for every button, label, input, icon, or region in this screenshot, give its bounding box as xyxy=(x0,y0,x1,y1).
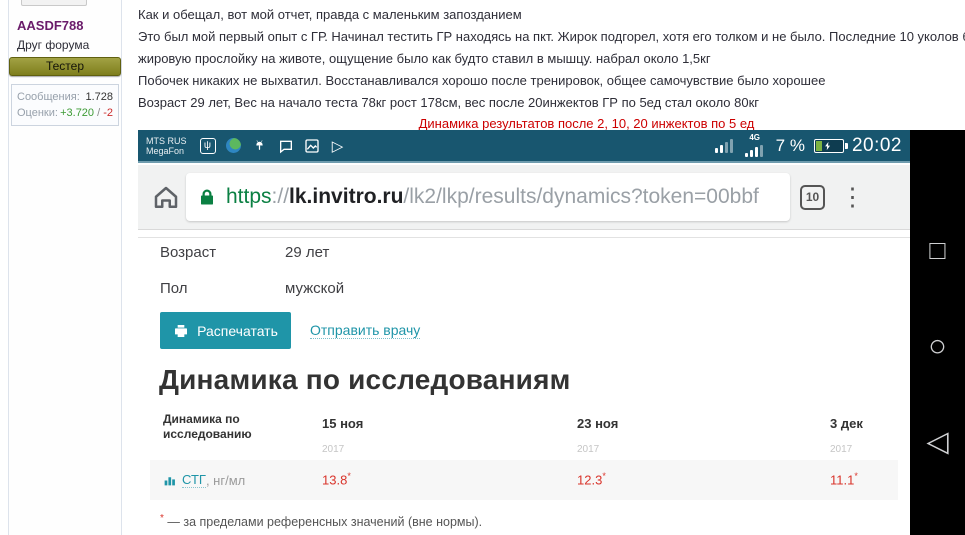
photo-icon xyxy=(303,137,321,155)
result-value-2: 12.3* xyxy=(577,471,606,487)
tester-badge: Тестер xyxy=(9,57,121,76)
table-header-study: Динамика по исследованию xyxy=(163,412,252,442)
ratings-negative: -2 xyxy=(103,107,113,119)
forum-post-body: Как и обещал, вот мой отчет, правда с ма… xyxy=(138,4,965,134)
table-header-date-3: 3 дек xyxy=(830,416,863,431)
messages-label: Сообщения: xyxy=(17,89,80,105)
result-value-1: 13.8* xyxy=(322,471,351,487)
usb-icon: ψ xyxy=(199,137,217,155)
post-line: Как и обещал, вот мой отчет, правда с ма… xyxy=(138,4,965,26)
url-bar[interactable]: https://lk.invitro.ru/lk2/lkp/results/dy… xyxy=(186,173,790,221)
forum-user-sidebar: AASDF788 Друг форума Тестер Сообщения: 1… xyxy=(8,0,122,535)
android-status-bar: MTS RUS MegaFon ψ ▷ 4G 7 % 20:02 xyxy=(138,130,910,163)
field-row-sex: Пол мужской xyxy=(160,280,660,297)
chat-bubble-icon xyxy=(277,137,295,155)
globe-icon xyxy=(225,137,243,155)
carrier-line1: MTS RUS xyxy=(146,136,187,146)
divider xyxy=(138,237,910,238)
send-to-doctor-link[interactable]: Отправить врачу xyxy=(310,322,420,339)
out-of-range-flag: * xyxy=(347,471,351,481)
browser-toolbar: https://lk.invitro.ru/lk2/lkp/results/dy… xyxy=(138,165,910,230)
lock-icon xyxy=(198,188,216,206)
user-title: Друг форума xyxy=(17,38,89,52)
out-of-range-flag: * xyxy=(854,471,858,481)
post-line: Возраст 29 лет, Вес на начало теста 78кг… xyxy=(138,92,965,114)
table-row: СТГ , нг/мл 13.8* 12.3* 11.1* xyxy=(150,460,898,500)
result-value-3: 11.1* xyxy=(830,471,858,487)
table-header-year-3: 2017 xyxy=(830,444,852,455)
android-notification-icon xyxy=(251,137,269,155)
url-separator: :// xyxy=(272,185,290,208)
invitro-page: Возраст 29 лет Пол мужской Распечатать О… xyxy=(138,230,910,535)
printer-icon xyxy=(173,323,189,339)
stats-row-ratings: Оценки: +3.720 / -2 xyxy=(17,105,113,121)
age-label: Возраст xyxy=(160,244,216,261)
bar-chart-icon xyxy=(163,474,176,487)
sex-label: Пол xyxy=(160,280,188,297)
browser-menu-button[interactable]: ⋮ xyxy=(840,174,860,220)
post-line: Это был мой первый опыт с ГР. Начинал те… xyxy=(138,26,965,48)
out-of-range-flag: * xyxy=(602,471,606,481)
field-row-age: Возраст 29 лет xyxy=(160,244,660,261)
avatar xyxy=(21,0,87,6)
stats-row-messages: Сообщения: 1.728 xyxy=(17,89,113,105)
url-path: /lk2/lkp/results/dynamics?token=00bbf xyxy=(403,185,758,208)
battery-icon xyxy=(814,139,844,153)
print-button[interactable]: Распечатать xyxy=(160,312,291,349)
back-button[interactable]: ◁ xyxy=(926,424,948,459)
screenshot-root: AASDF788 Друг форума Тестер Сообщения: 1… xyxy=(0,0,965,535)
android-nav-bar: □ ○ ◁ xyxy=(910,130,965,535)
carrier-label: MTS RUS MegaFon xyxy=(146,136,187,156)
test-unit: , нг/мл xyxy=(206,473,245,488)
ratings-separator: / xyxy=(94,107,103,119)
user-stats-box: Сообщения: 1.728 Оценки: +3.720 / -2 xyxy=(11,84,119,126)
table-header-year-2: 2017 xyxy=(577,444,599,455)
battery-percent: 7 % xyxy=(776,136,805,156)
age-value: 29 лет xyxy=(285,244,329,261)
test-name-link[interactable]: СТГ xyxy=(182,472,206,488)
footnote-text: — за пределами референсных значений (вне… xyxy=(164,515,482,529)
print-button-label: Распечатать xyxy=(197,323,278,339)
ratings-positive: +3.720 xyxy=(60,107,94,119)
post-line: жировую прослойку на животе, ощущение бы… xyxy=(138,48,965,70)
signal-strength-icon xyxy=(715,138,735,153)
url-scheme: https xyxy=(226,185,272,208)
clock: 20:02 xyxy=(852,135,902,157)
test-cell: СТГ , нг/мл xyxy=(163,472,245,488)
play-store-icon: ▷ xyxy=(329,137,347,155)
ratings-label: Оценки: xyxy=(17,105,58,121)
tab-switcher-button[interactable]: 10 xyxy=(800,185,825,210)
page-title: Динамика по исследованиям xyxy=(159,364,571,396)
home-button[interactable] xyxy=(150,182,182,214)
url-text: https://lk.invitro.ru/lk2/lkp/results/dy… xyxy=(226,185,759,209)
recents-button[interactable]: □ xyxy=(929,235,945,266)
username-link[interactable]: AASDF788 xyxy=(17,18,83,33)
home-nav-button[interactable]: ○ xyxy=(928,328,947,364)
table-header-year-1: 2017 xyxy=(322,444,344,455)
footnote: * — за пределами референсных значений (в… xyxy=(160,513,482,529)
table-header-date-2: 23 ноя xyxy=(577,416,618,431)
mobile-data-icon: 4G xyxy=(745,134,765,157)
url-domain: lk.invitro.ru xyxy=(289,185,403,208)
sex-value: мужской xyxy=(285,280,344,297)
ratings-value: +3.720 / -2 xyxy=(60,105,113,121)
messages-count: 1.728 xyxy=(85,89,113,105)
carrier-line2: MegaFon xyxy=(146,146,187,156)
post-line: Побочек никаких не выхватил. Восстанавли… xyxy=(138,70,965,92)
table-header-date-1: 15 ноя xyxy=(322,416,363,431)
